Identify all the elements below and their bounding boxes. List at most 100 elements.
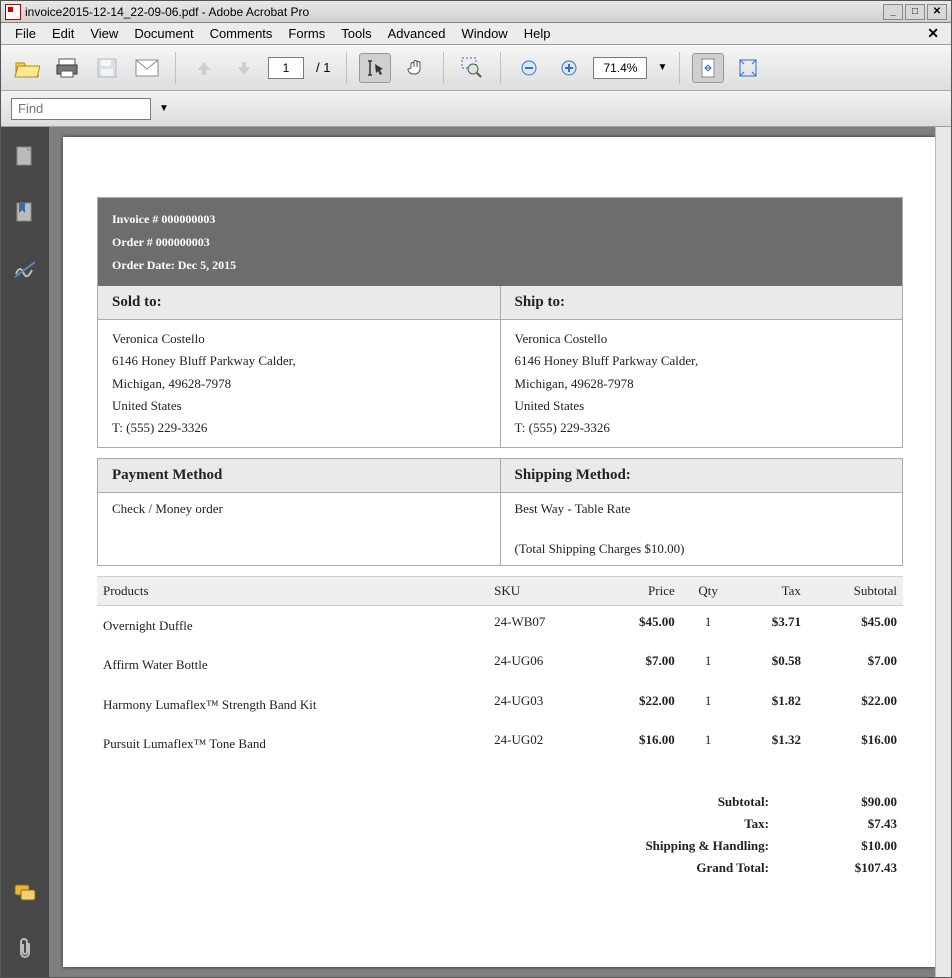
item-qty: 1 [681,685,736,724]
item-price: $45.00 [598,605,681,645]
item-tax: $1.82 [735,685,807,724]
acrobat-app-icon [5,4,21,20]
paperclip-icon [15,937,35,961]
ship-to-region: Michigan, 49628-7978 [515,373,889,395]
menu-file[interactable]: File [7,26,44,41]
invoice-header-box: Invoice # 000000003 Order # 000000003 Or… [97,197,903,448]
folder-open-icon [14,57,40,79]
window-titlebar: invoice2015-12-14_22-09-06.pdf - Adobe A… [1,1,951,23]
item-sku: 24-UG06 [488,645,598,684]
col-products: Products [97,576,488,605]
page-thumb-icon [14,145,36,169]
zoom-out-button[interactable] [513,53,545,83]
col-subtotal: Subtotal [807,576,903,605]
workspace: Invoice # 000000003 Order # 000000003 Or… [1,127,951,977]
ship-to-heading: Ship to: [501,286,903,319]
pages-panel-button[interactable] [11,143,39,171]
item-price: $16.00 [598,724,681,763]
scroll-mode-button[interactable] [692,53,724,83]
sold-to-heading: Sold to: [98,286,501,319]
shipping-charges-note: (Total Shipping Charges $10.00) [515,541,889,557]
item-subtotal: $16.00 [807,724,903,763]
col-sku: SKU [488,576,598,605]
payment-method-heading: Payment Method [98,459,501,492]
comments-panel-button[interactable] [11,879,39,907]
find-dropdown-caret[interactable]: ▼ [157,103,169,114]
col-price: Price [598,576,681,605]
item-name: Overnight Duffle [97,605,488,645]
main-toolbar: / 1 ▼ [1,45,951,91]
minimize-button[interactable]: _ [883,4,903,20]
menu-help[interactable]: Help [516,26,559,41]
menu-document[interactable]: Document [126,26,201,41]
ship-to-name: Veronica Costello [515,328,889,350]
zoom-in-button[interactable] [553,53,585,83]
document-area[interactable]: Invoice # 000000003 Order # 000000003 Or… [49,127,951,977]
email-button[interactable] [131,53,163,83]
vertical-scrollbar[interactable] [935,127,951,977]
arrow-up-icon [195,59,213,77]
print-button[interactable] [51,53,83,83]
item-sku: 24-WB07 [488,605,598,645]
attachments-panel-button[interactable] [11,935,39,963]
page-total-label: / 1 [312,60,334,75]
order-number: Order # 000000003 [112,231,888,254]
envelope-icon [135,59,159,77]
signatures-panel-button[interactable] [11,255,39,283]
menu-window[interactable]: Window [453,26,515,41]
zoom-level-input[interactable] [593,57,647,79]
item-tax: $0.58 [735,645,807,684]
bookmarks-panel-button[interactable] [11,199,39,227]
item-name: Affirm Water Bottle [97,645,488,684]
item-qty: 1 [681,645,736,684]
open-file-button[interactable] [11,53,43,83]
table-row: Affirm Water Bottle24-UG06$7.001$0.58$7.… [97,645,903,684]
item-sku: 24-UG03 [488,685,598,724]
save-button[interactable] [91,53,123,83]
table-row: Overnight Duffle24-WB07$45.001$3.71$45.0… [97,605,903,645]
payment-method-value: Check / Money order [98,493,501,565]
select-tool-button[interactable] [359,53,391,83]
navigation-panel [1,127,49,977]
item-price: $7.00 [598,645,681,684]
maximize-button[interactable]: □ [905,4,925,20]
hand-tool-button[interactable] [399,53,431,83]
page-number-input[interactable] [268,57,304,79]
zoom-dropdown-caret[interactable]: ▼ [655,62,667,73]
item-subtotal: $22.00 [807,685,903,724]
menu-forms[interactable]: Forms [280,26,333,41]
grand-total-label: Grand Total: [589,860,769,876]
menu-advanced[interactable]: Advanced [380,26,454,41]
sold-to-region: Michigan, 49628-7978 [112,373,486,395]
menu-edit[interactable]: Edit [44,26,82,41]
table-row: Pursuit Lumaflex™ Tone Band24-UG02$16.00… [97,724,903,763]
item-subtotal: $7.00 [807,645,903,684]
grand-total-value: $107.43 [817,860,897,876]
find-toolbar: ▼ [1,91,951,127]
fit-page-button[interactable] [732,53,764,83]
item-qty: 1 [681,724,736,763]
marquee-zoom-button[interactable] [456,53,488,83]
prev-page-button[interactable] [188,53,220,83]
sold-to-address: Veronica Costello 6146 Honey Bluff Parkw… [98,320,501,446]
find-input[interactable] [11,98,151,120]
totals-block: Subtotal:$90.00 Tax:$7.43 Shipping & Han… [97,791,903,879]
menu-view[interactable]: View [82,26,126,41]
ship-to-phone: T: (555) 229-3326 [515,417,889,439]
sold-to-country: United States [112,395,486,417]
text-select-icon [365,58,385,78]
close-document-button[interactable]: ✕ [921,25,945,42]
products-table: Products SKU Price Qty Tax Subtotal Over… [97,576,903,764]
magnifier-marquee-icon [461,57,483,79]
sold-to-name: Veronica Costello [112,328,486,350]
fit-page-icon [737,57,759,79]
item-price: $22.00 [598,685,681,724]
floppy-disk-icon [96,57,118,79]
menu-tools[interactable]: Tools [333,26,379,41]
next-page-button[interactable] [228,53,260,83]
tax-label: Tax: [589,816,769,832]
menu-comments[interactable]: Comments [202,26,281,41]
close-window-button[interactable]: ✕ [927,4,947,20]
shipping-method-block: Best Way - Table Rate (Total Shipping Ch… [501,493,903,565]
sold-to-street: 6146 Honey Bluff Parkway Calder, [112,350,486,372]
